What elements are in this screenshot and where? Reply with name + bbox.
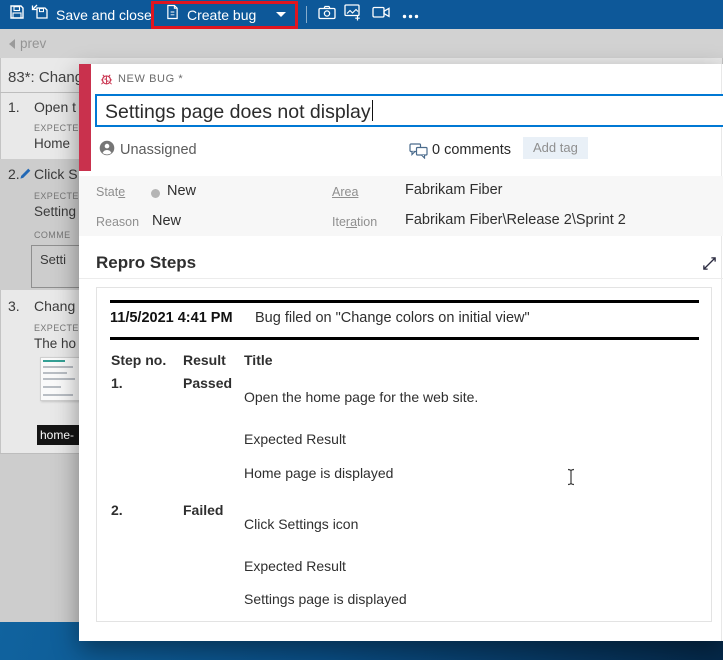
row1-step-no: 1. bbox=[111, 375, 123, 391]
bug-title-input[interactable]: Settings page does not display bbox=[95, 94, 723, 127]
new-bug-dialog: NEW BUG * Settings page does not display… bbox=[79, 64, 723, 641]
save-and-close-button[interactable]: Save and close bbox=[31, 0, 152, 29]
thumbnail-line bbox=[43, 394, 73, 396]
step2-number: 2. bbox=[8, 166, 20, 182]
step2-comment-text: Setti bbox=[40, 252, 67, 267]
test-runner-screen: Save and close Create bug prev 83*: Chan… bbox=[0, 0, 723, 660]
iteration-label: Iteration bbox=[332, 215, 378, 229]
chevron-down-icon bbox=[276, 12, 286, 17]
add-tag-button[interactable]: Add tag bbox=[523, 137, 588, 159]
expand-icon[interactable] bbox=[702, 256, 717, 276]
thumbnail-line bbox=[43, 372, 67, 374]
state-value[interactable]: New bbox=[167, 183, 196, 199]
row1-title: Open the home page for the web site. bbox=[244, 389, 479, 405]
row1-expected-label: Expected Result bbox=[244, 431, 346, 447]
prev-arrow-icon bbox=[9, 38, 15, 49]
step3-expected-text: The ho bbox=[34, 336, 77, 351]
save-icon bbox=[9, 4, 25, 25]
test-case-title: 83*: Chang bbox=[8, 69, 84, 86]
area-value[interactable]: Fabrikam Fiber bbox=[405, 182, 503, 198]
bug-filed-text: Bug filed on "Change colors on initial v… bbox=[255, 310, 530, 326]
work-item-type-label: NEW BUG * bbox=[118, 73, 184, 85]
attachment-filename-tag[interactable]: home- bbox=[37, 425, 80, 445]
toolbar-divider bbox=[306, 6, 307, 23]
camera-icon bbox=[318, 5, 336, 25]
prev-label: prev bbox=[20, 36, 47, 51]
text-cursor-icon bbox=[566, 468, 576, 491]
column-result: Result bbox=[183, 352, 226, 368]
screen-recording-button[interactable] bbox=[372, 0, 390, 29]
create-bug-label: Create bug bbox=[187, 6, 257, 23]
thumbnail-line bbox=[43, 378, 75, 380]
state-dot-icon bbox=[151, 189, 160, 198]
video-camera-icon bbox=[372, 6, 390, 24]
image-capture-icon bbox=[344, 3, 362, 26]
step-nav-bar: prev bbox=[0, 29, 723, 58]
panel-lower-area bbox=[0, 454, 80, 622]
row2-title: Click Settings icon bbox=[244, 516, 359, 532]
step2-expected-label: EXPECTE bbox=[34, 191, 79, 201]
row2-step-no: 2. bbox=[111, 502, 123, 518]
toolbar: Save and close Create bug bbox=[0, 0, 723, 29]
create-bug-button[interactable]: Create bug bbox=[166, 0, 256, 29]
area-label: Area bbox=[332, 185, 359, 199]
step2-action[interactable]: Click S bbox=[34, 166, 78, 182]
document-icon bbox=[166, 4, 179, 25]
step2-comment-label: COMME bbox=[34, 230, 71, 240]
reason-value[interactable]: New bbox=[152, 213, 181, 229]
step1-expected-label: EXPECTE bbox=[34, 123, 79, 133]
attachment-thumbnail[interactable] bbox=[40, 357, 80, 401]
row1-result-badge: Passed bbox=[183, 375, 233, 391]
save-button[interactable] bbox=[9, 0, 25, 29]
step1-expected-text: Home bbox=[34, 136, 71, 151]
column-step-no: Step no. bbox=[111, 352, 167, 368]
step3-expected-label: EXPECTE bbox=[34, 323, 79, 333]
fields-panel: State New Reason New Area Fabrikam Fiber… bbox=[79, 176, 723, 236]
dialog-edge-line bbox=[721, 64, 722, 641]
row2-result-badge: Failed bbox=[183, 502, 224, 518]
more-actions-button[interactable] bbox=[402, 0, 419, 29]
repro-steps-heading: Repro Steps bbox=[96, 253, 197, 272]
save-and-close-icon bbox=[31, 4, 49, 25]
create-bug-dropdown[interactable] bbox=[276, 0, 286, 29]
ellipsis-icon bbox=[402, 6, 419, 24]
comments-count-link[interactable]: 0 comments bbox=[432, 142, 511, 158]
annotation-stripe bbox=[79, 64, 91, 171]
reason-label: Reason bbox=[96, 215, 140, 229]
capture-image-button[interactable] bbox=[344, 0, 362, 29]
assignee-field[interactable]: Unassigned bbox=[120, 142, 197, 158]
row2-expected-label: Expected Result bbox=[244, 558, 346, 574]
edit-pencil-icon[interactable] bbox=[19, 167, 32, 185]
divider bbox=[0, 92, 80, 93]
step3-number: 3. bbox=[8, 298, 20, 314]
row2-expected-text: Settings page is displayed bbox=[244, 591, 407, 607]
column-title: Title bbox=[244, 352, 273, 368]
rule-line bbox=[110, 300, 699, 303]
thumbnail-line bbox=[43, 366, 73, 368]
prev-step-button[interactable]: prev bbox=[9, 36, 46, 51]
thumbnail-accent bbox=[43, 360, 65, 362]
rule-line bbox=[110, 337, 699, 340]
step1-action[interactable]: Open t bbox=[34, 99, 76, 115]
bug-icon bbox=[100, 72, 113, 91]
bug-filed-time: 11/5/2021 4:41 PM bbox=[110, 310, 233, 326]
text-caret bbox=[371, 100, 374, 121]
row1-expected-text: Home page is displayed bbox=[244, 465, 394, 481]
save-and-close-label: Save and close bbox=[56, 6, 152, 23]
repro-steps-editor[interactable]: 11/5/2021 4:41 PM Bug filed on "Change c… bbox=[96, 287, 712, 622]
comments-icon bbox=[409, 143, 428, 164]
state-label: State bbox=[96, 185, 126, 199]
screenshot-button[interactable] bbox=[318, 0, 336, 29]
step2-expected-text: Setting bbox=[34, 204, 77, 219]
assignee-avatar-icon[interactable] bbox=[99, 140, 115, 161]
iteration-value[interactable]: Fabrikam Fiber\Release 2\Sprint 2 bbox=[405, 212, 626, 228]
step3-action[interactable]: Chang bbox=[34, 298, 75, 314]
step1-number: 1. bbox=[8, 99, 20, 115]
section-divider bbox=[79, 278, 723, 279]
bug-title-text: Settings page does not display bbox=[105, 101, 371, 123]
thumbnail-line bbox=[43, 386, 61, 388]
